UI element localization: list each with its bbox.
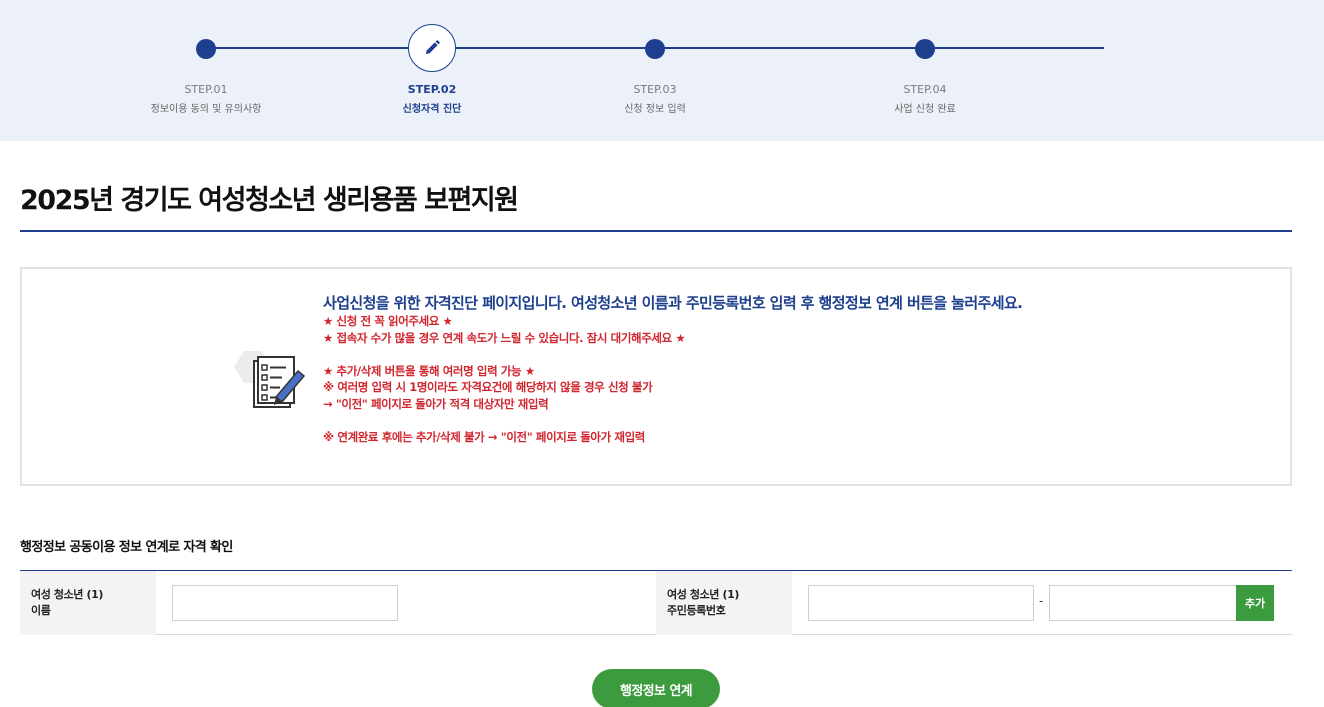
notice-lead: 사업신청을 위한 자격진단 페이지입니다. 여성청소년 이름과 주민등록번호 입… bbox=[323, 294, 1023, 312]
name-label-cell: 여성 청소년 (1) 이름 bbox=[20, 571, 156, 635]
rrn-label-line-2: 주민등록번호 bbox=[667, 604, 726, 617]
name-input[interactable] bbox=[172, 585, 398, 621]
step-3-number: STEP.03 bbox=[633, 83, 677, 96]
name-label: 여성 청소년 (1) 이름 bbox=[31, 587, 103, 619]
notice-line: ★ 신청 전 꼭 읽어주세요 ★ bbox=[323, 314, 453, 328]
notice-line: ※ 연계완료 후에는 추가/삭제 불가 → "이전" 페이지로 돌아가 재입력 bbox=[323, 429, 645, 444]
notice-line: ★ 접속자 수가 많을 경우 연계 속도가 느릴 수 있습니다. 잠시 대기해주… bbox=[323, 330, 686, 345]
add-applicant-button[interactable]: 추가 bbox=[1236, 585, 1274, 621]
step-3-dot bbox=[645, 39, 665, 59]
step-4-number: STEP.04 bbox=[903, 83, 947, 96]
notice-gap bbox=[323, 346, 1283, 363]
step-3-label: 신청 정보 입력 bbox=[624, 104, 686, 115]
name-label-line-1: 여성 청소년 (1) bbox=[31, 588, 103, 601]
notice-line: → "이전" 페이지로 돌아가 적격 대상자만 재입력 bbox=[323, 396, 549, 411]
rrn-dash: - bbox=[1039, 594, 1044, 608]
name-label-line-2: 이름 bbox=[31, 604, 51, 617]
step-4-dot bbox=[915, 39, 935, 59]
rrn-label-cell: 여성 청소년 (1) 주민등록번호 bbox=[656, 571, 792, 635]
notice-line: ※ 여러명 입력 시 1명이라도 자격요건에 해당하지 않을 경우 신청 불가 bbox=[323, 380, 653, 394]
title-divider bbox=[20, 230, 1292, 232]
admin-info-link-button[interactable]: 행정정보 연계 bbox=[592, 669, 720, 707]
section-title: 행정정보 공동이용 정보 연계로 자격 확인 bbox=[20, 540, 233, 555]
notice-gap bbox=[323, 412, 1283, 429]
step-1-number: STEP.01 bbox=[184, 83, 228, 96]
notice-box: 사업신청을 위한 자격진단 페이지입니다. 여성청소년 이름과 주민등록번호 입… bbox=[20, 267, 1292, 486]
rrn-label: 여성 청소년 (1) 주민등록번호 bbox=[667, 587, 739, 619]
notice-text: 사업신청을 위한 자격진단 페이지입니다. 여성청소년 이름과 주민등록번호 입… bbox=[323, 293, 1283, 445]
rrn-label-line-1: 여성 청소년 (1) bbox=[667, 588, 739, 601]
page-title: 2025년 경기도 여성청소년 생리용품 보편지원 bbox=[20, 185, 519, 216]
notice-line: ★ 추가/삭제 버튼을 통해 여러명 입력 가능 ★ bbox=[323, 363, 535, 378]
rrn-front-input[interactable] bbox=[808, 585, 1034, 621]
step-4-label: 사업 신청 완료 bbox=[894, 104, 956, 115]
step-2-label: 신청자격 진단 bbox=[402, 104, 462, 115]
rrn-back-input[interactable] bbox=[1049, 585, 1237, 621]
applicant-form-table: 여성 청소년 (1) 이름 여성 청소년 (1) 주민등록번호 - 추가 bbox=[20, 570, 1292, 635]
step-1-label: 정보이용 동의 및 유의사항 bbox=[150, 104, 262, 115]
checklist-document-icon bbox=[228, 339, 312, 415]
step-2-number: STEP.02 bbox=[407, 83, 457, 96]
step-1-dot bbox=[196, 39, 216, 59]
progress-stepper: STEP.01 정보이용 동의 및 유의사항 STEP.02 신청자격 진단 S… bbox=[0, 0, 1324, 141]
step-2-active-circle bbox=[408, 24, 456, 72]
pencil-icon bbox=[426, 40, 440, 54]
